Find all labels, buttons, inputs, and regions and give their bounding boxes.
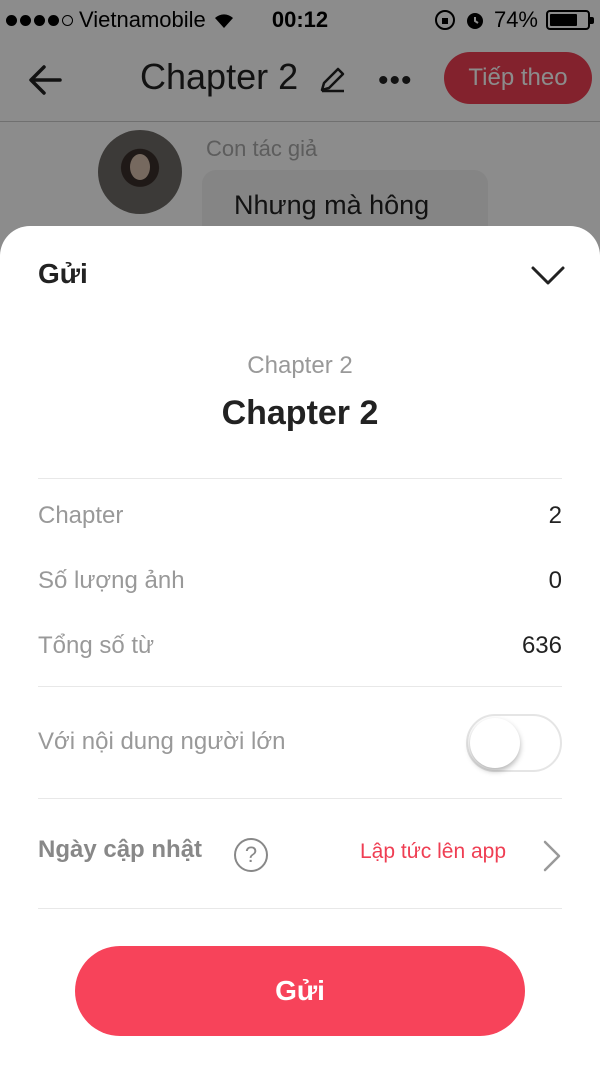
- divider: [38, 908, 562, 909]
- adult-content-label: Với nội dung người lớn: [38, 728, 286, 755]
- stat-row-image-count: Số lượng ảnh 0: [38, 561, 562, 601]
- publish-sheet: Gửi Chapter 2 Chapter 2 Chapter 2 Số lượ…: [0, 226, 600, 1065]
- adult-content-toggle[interactable]: [466, 714, 562, 772]
- stat-row-word-count: Tổng số từ 636: [38, 626, 562, 666]
- stat-value: 2: [548, 502, 562, 529]
- divider: [38, 798, 562, 799]
- stat-value: 0: [548, 567, 562, 594]
- adult-content-row: Với nội dung người lớn: [38, 722, 285, 762]
- sheet-title: Gửi: [38, 258, 88, 289]
- divider: [38, 478, 562, 479]
- divider: [38, 686, 562, 687]
- chevron-down-icon[interactable]: [530, 260, 566, 290]
- stat-row-chapter: Chapter 2: [38, 496, 562, 536]
- chapter-subtitle: Chapter 2: [247, 352, 353, 379]
- help-icon[interactable]: ?: [234, 838, 268, 872]
- chevron-right-icon[interactable]: [540, 838, 564, 874]
- stat-label: Chapter: [38, 502, 124, 529]
- toggle-knob: [470, 718, 520, 768]
- stat-value: 636: [521, 632, 562, 659]
- stat-label: Tổng số từ: [38, 632, 155, 659]
- update-date-value[interactable]: Lập tức lên app: [360, 840, 506, 864]
- chapter-heading: Chapter 2: [221, 394, 379, 432]
- update-date-label: Ngày cập nhật: [38, 836, 203, 863]
- stat-label: Số lượng ảnh: [38, 567, 185, 594]
- submit-button[interactable]: Gửi: [75, 946, 525, 1036]
